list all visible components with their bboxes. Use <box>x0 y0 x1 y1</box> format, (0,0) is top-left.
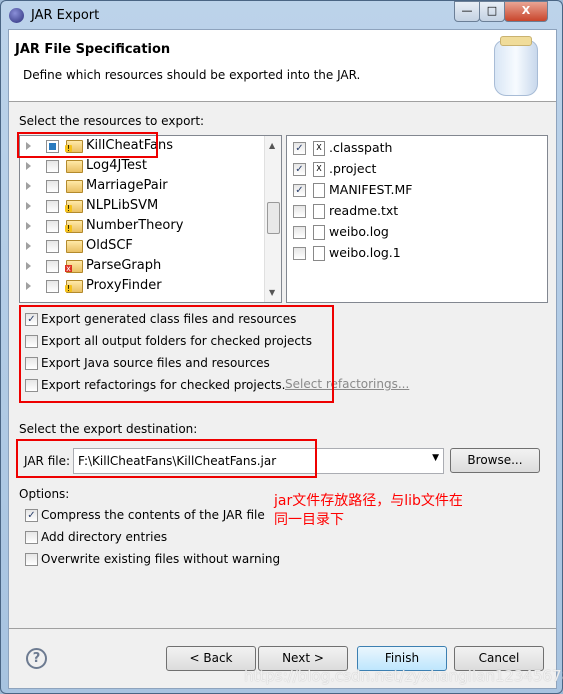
tree-item[interactable]: MarriagePair <box>20 176 260 196</box>
project-checkbox[interactable] <box>46 220 59 233</box>
tree-item[interactable]: ParseGraph <box>20 256 260 276</box>
project-name: Log4JTest <box>86 158 147 173</box>
project-name: OldSCF <box>86 238 133 253</box>
project-folder-icon <box>66 240 83 253</box>
file-item[interactable]: weibo.log <box>287 222 537 242</box>
minimize-button[interactable]: — <box>454 1 480 22</box>
highlight-jar-file <box>16 439 317 478</box>
file-name: .project <box>329 161 377 176</box>
file-icon: X <box>313 162 325 177</box>
annotation-text: jar文件存放路径，与lib文件在 同一目录下 <box>274 492 463 530</box>
file-icon <box>313 183 325 198</box>
project-name: MarriagePair <box>86 178 168 193</box>
file-item[interactable]: readme.txt <box>287 201 537 221</box>
expand-arrow-icon[interactable] <box>26 222 31 230</box>
scroll-up-icon[interactable]: ▲ <box>269 141 275 150</box>
file-checkbox[interactable] <box>293 247 306 260</box>
file-name: readme.txt <box>329 203 399 218</box>
expand-arrow-icon[interactable] <box>26 242 31 250</box>
expand-arrow-icon[interactable] <box>26 282 31 290</box>
file-item[interactable]: ✓ X .project <box>287 159 537 179</box>
checkbox-label[interactable]: Overwrite existing files without warning <box>41 549 280 569</box>
file-checkbox[interactable] <box>293 226 306 239</box>
footer-divider <box>9 628 556 629</box>
scroll-down-icon[interactable]: ▼ <box>269 288 275 297</box>
tree-item[interactable]: Log4JTest <box>20 156 260 176</box>
tree-item[interactable]: NumberTheory <box>20 216 260 236</box>
back-button[interactable]: < Back <box>166 646 256 671</box>
file-name: weibo.log <box>329 224 389 239</box>
project-checkbox[interactable] <box>46 260 59 273</box>
tree-item[interactable]: OldSCF <box>20 236 260 256</box>
watermark: https://blog.csdn.net/zyxhangiian1234567… <box>244 667 563 685</box>
project-folder-icon <box>65 200 83 213</box>
project-name: ProxyFinder <box>86 278 162 293</box>
project-name: NumberTheory <box>86 218 184 233</box>
page-description: Define which resources should be exporte… <box>23 68 361 82</box>
project-folder-icon <box>66 180 83 193</box>
file-icon <box>313 225 325 240</box>
dropdown-arrow-icon[interactable]: ▼ <box>432 453 439 463</box>
scroll-thumb[interactable] <box>267 202 280 234</box>
tree-item[interactable]: ProxyFinder <box>20 276 260 296</box>
eclipse-icon <box>9 8 24 23</box>
tree-item[interactable]: NLPLibSVM <box>20 196 260 216</box>
project-folder-icon <box>65 220 83 233</box>
file-checkbox[interactable]: ✓ <box>293 163 306 176</box>
project-checkbox[interactable] <box>46 180 59 193</box>
file-name: .classpath <box>329 140 393 155</box>
project-checkbox[interactable] <box>46 280 59 293</box>
file-name: weibo.log.1 <box>329 245 401 260</box>
project-checkbox[interactable] <box>46 240 59 253</box>
dialog-content: JAR File Specification Define which reso… <box>8 29 563 689</box>
file-icon <box>313 204 325 219</box>
project-folder-icon <box>66 160 83 173</box>
file-checkbox[interactable]: ✓ <box>293 142 306 155</box>
file-list[interactable]: ✓ X .classpath ✓ X .project ✓ MANIFEST.MF readme… <box>286 135 548 303</box>
file-icon <box>313 246 325 261</box>
expand-arrow-icon[interactable] <box>26 202 31 210</box>
file-item[interactable]: ✓ MANIFEST.MF <box>287 180 537 200</box>
wizard-header: JAR File Specification Define which reso… <box>9 30 556 102</box>
file-name: MANIFEST.MF <box>329 182 413 197</box>
page-title: JAR File Specification <box>15 42 171 57</box>
help-icon[interactable]: ? <box>26 648 47 669</box>
checkbox-label[interactable]: Compress the contents of the JAR file <box>41 505 265 525</box>
destination-label: Select the export destination: <box>19 422 198 436</box>
project-folder-icon <box>65 260 83 273</box>
highlight-project <box>17 132 158 158</box>
project-checkbox[interactable] <box>46 200 59 213</box>
resources-label: Select the resources to export: <box>19 114 205 128</box>
annotation-line-2: 同一目录下 <box>274 512 344 528</box>
file-checkbox[interactable]: ✓ <box>293 184 306 197</box>
maximize-button[interactable]: □ <box>479 1 505 22</box>
project-tree[interactable]: ▲ ▼ KillCheatFansLog4JTestMarriagePairNL… <box>19 135 282 303</box>
checkbox[interactable] <box>25 531 38 544</box>
project-checkbox[interactable] <box>46 160 59 173</box>
options-label: Options: <box>19 487 70 501</box>
expand-arrow-icon[interactable] <box>26 162 31 170</box>
dialog-window: JAR Export — □ X JAR File Specification … <box>0 0 563 694</box>
expand-arrow-icon[interactable] <box>26 182 31 190</box>
annotation-line-1: jar文件存放路径，与lib文件在 <box>274 493 463 509</box>
checkbox[interactable]: ✓ <box>25 509 38 522</box>
project-folder-icon <box>65 280 83 293</box>
file-item[interactable]: weibo.log.1 <box>287 243 537 263</box>
tree-scrollbar[interactable]: ▲ ▼ <box>264 136 281 302</box>
checkbox[interactable] <box>25 553 38 566</box>
file-item[interactable]: ✓ X .classpath <box>287 138 537 158</box>
close-button[interactable]: X <box>504 1 548 22</box>
file-icon: X <box>313 141 325 156</box>
highlight-export-options <box>19 305 334 403</box>
checkbox-label[interactable]: Add directory entries <box>41 527 167 547</box>
file-checkbox[interactable] <box>293 205 306 218</box>
jar-icon <box>494 36 538 96</box>
browse-button[interactable]: Browse... <box>450 448 540 473</box>
project-name: ParseGraph <box>86 258 162 273</box>
project-name: NLPLibSVM <box>86 198 159 213</box>
window-title: JAR Export <box>31 8 100 23</box>
expand-arrow-icon[interactable] <box>26 262 31 270</box>
